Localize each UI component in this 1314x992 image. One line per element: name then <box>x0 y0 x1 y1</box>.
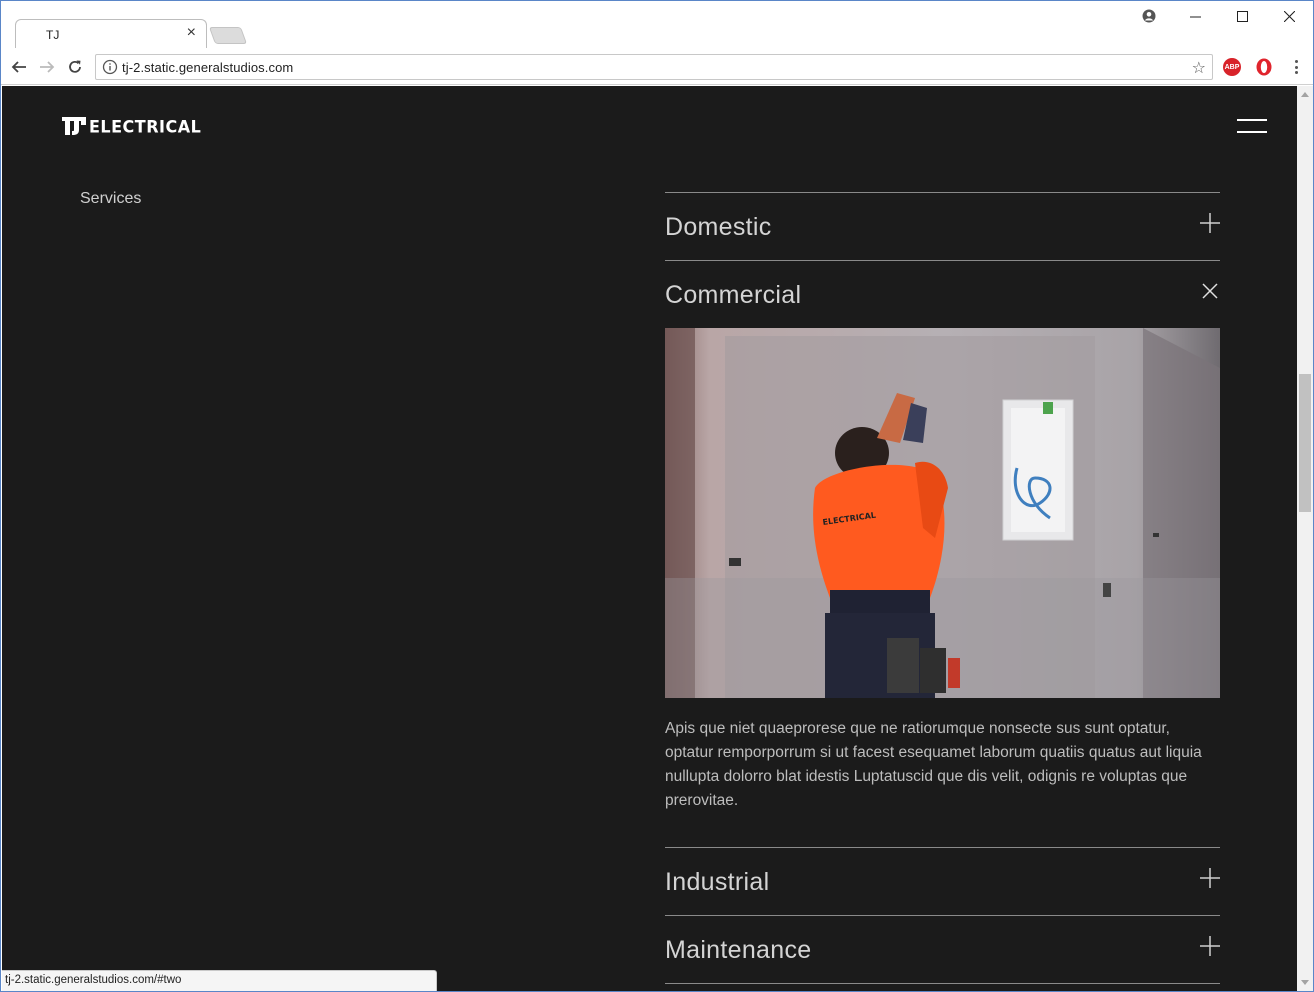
tj-logo-icon <box>62 117 86 135</box>
accordion-title: Commercial <box>665 281 802 309</box>
logo-text: ELECTRICAL <box>89 116 202 136</box>
adblock-extension-icon[interactable]: ABP <box>1223 58 1241 76</box>
browser-tab[interactable]: TJ × <box>15 19 207 49</box>
info-icon[interactable] <box>102 59 118 75</box>
browser-toolbar: tj-2.static.generalstudios.com ☆ ABP <box>1 48 1313 85</box>
accordion-item-maintenance: Maintenance <box>665 915 1220 983</box>
address-bar[interactable]: tj-2.static.generalstudios.com ☆ <box>95 54 1213 80</box>
accordion-description: Apis que niet quaeprorese que ne ratioru… <box>665 720 1202 809</box>
plus-icon[interactable] <box>1200 936 1220 956</box>
plus-icon[interactable] <box>1200 213 1220 233</box>
accordion-title: Domestic <box>665 213 772 241</box>
back-arrow-icon[interactable] <box>8 56 30 78</box>
scroll-up-icon[interactable] <box>1301 92 1309 97</box>
accordion-title: Maintenance <box>665 936 812 964</box>
profile-icon[interactable] <box>1125 1 1172 31</box>
bookmark-star-icon[interactable]: ☆ <box>1192 58 1206 78</box>
tab-title: TJ <box>46 28 60 42</box>
electrician-photo: ELECTRICAL <box>665 328 1220 698</box>
tab-close-icon[interactable]: × <box>187 24 196 41</box>
accordion-header-maintenance[interactable]: Maintenance <box>665 916 1220 983</box>
link-status-bubble: tj-2.static.generalstudios.com/#two <box>2 970 437 991</box>
url-text: tj-2.static.generalstudios.com <box>122 60 294 75</box>
section-label: Services <box>80 190 142 207</box>
accordion-item-commercial: Commercial ELECTRICAL Apis que niet quae… <box>665 260 1220 847</box>
opera-extension-icon[interactable] <box>1255 57 1273 77</box>
hamburger-menu-icon[interactable] <box>1237 119 1267 133</box>
accordion-header-commercial[interactable]: Commercial <box>665 261 1220 328</box>
browser-window: TJ × tj-2.static.generalstudios.com ☆ AB… <box>0 0 1314 992</box>
accordion-title: Industrial <box>665 868 770 896</box>
plus-icon[interactable] <box>1200 868 1220 888</box>
accordion-header-domestic[interactable]: Domestic <box>665 193 1220 260</box>
accordion-item-domestic: Domestic <box>665 192 1220 260</box>
scrollbar-thumb[interactable] <box>1299 374 1311 512</box>
close-icon[interactable] <box>1200 281 1220 301</box>
services-accordion: Domestic Commercial ELECTRICAL Apis que … <box>665 192 1220 984</box>
accordion-body-commercial: ELECTRICAL Apis que niet quaeprorese que… <box>665 328 1220 847</box>
accordion-header-industrial[interactable]: Industrial <box>665 848 1220 915</box>
close-window-icon[interactable] <box>1266 1 1313 31</box>
new-tab-button[interactable] <box>208 27 248 44</box>
forward-arrow-icon[interactable] <box>36 56 58 78</box>
accordion-item-industrial: Industrial <box>665 847 1220 915</box>
browser-menu-icon[interactable] <box>1290 57 1302 77</box>
reload-icon[interactable] <box>64 56 86 78</box>
minimize-icon[interactable] <box>1172 1 1219 31</box>
page-scrollbar[interactable] <box>1297 86 1313 991</box>
web-page: ELECTRICAL Services Domestic Commercial <box>2 86 1297 991</box>
title-bar: TJ × <box>1 1 1313 49</box>
window-controls <box>1125 1 1313 31</box>
electrician-illustration: ELECTRICAL <box>665 328 1220 698</box>
scroll-down-icon[interactable] <box>1301 980 1309 985</box>
accordion-divider <box>665 983 1220 984</box>
maximize-icon[interactable] <box>1219 1 1266 31</box>
site-logo[interactable]: ELECTRICAL <box>62 116 201 136</box>
